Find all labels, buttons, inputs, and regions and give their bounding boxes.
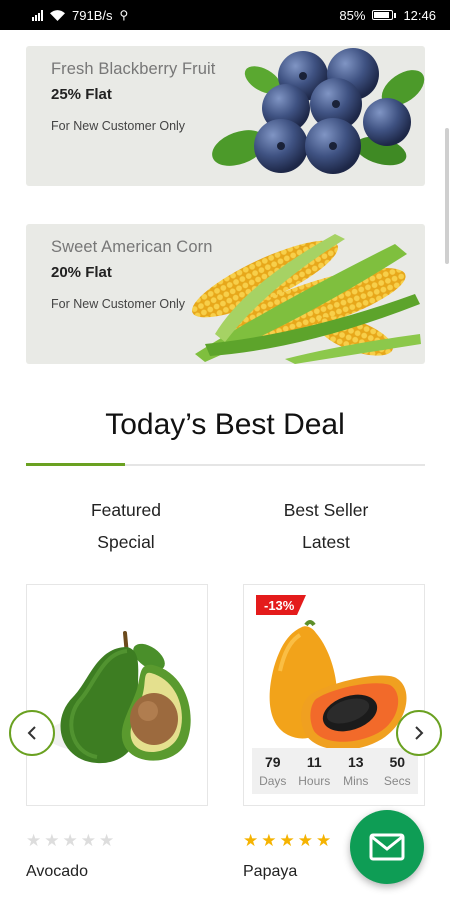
product-card-papaya[interactable]: -13% 79 Days 11 Hours 13 Mins 50 Secs <box>243 584 425 806</box>
corn-image <box>192 234 421 364</box>
app-screen: 791B/s ⚲ 85% 12:46 Fresh Blackberry Frui… <box>0 0 450 900</box>
mail-icon <box>369 833 405 861</box>
section-heading: Today’s Best Deal <box>105 408 345 441</box>
blueberries-image <box>212 48 425 174</box>
wifi-icon <box>50 9 65 21</box>
star-filled-icon: ★ <box>297 831 313 850</box>
tab-best-seller[interactable]: Best Seller <box>226 494 426 526</box>
star-empty-icon: ★ <box>26 831 42 850</box>
star-filled-icon: ★ <box>261 831 277 850</box>
rating-stars-papaya: ★ ★ ★ ★ ★ <box>243 832 331 849</box>
countdown-days: 79 Days <box>259 754 287 788</box>
banner-note: For New Customer Only <box>51 119 186 133</box>
battery-icon <box>372 10 397 20</box>
usb-icon: ⚲ <box>119 8 129 22</box>
product-card-avocado[interactable] <box>26 584 208 806</box>
banner-note: For New Customer Only <box>51 297 186 311</box>
star-filled-icon: ★ <box>316 831 332 850</box>
star-empty-icon: ★ <box>44 831 60 850</box>
tab-group-featured[interactable]: Featured Special <box>26 494 226 558</box>
banner-discount: 20% Flat <box>51 264 112 281</box>
avocado-image <box>47 631 191 764</box>
status-bar: 791B/s ⚲ 85% 12:46 <box>0 0 450 30</box>
tab-latest[interactable]: Latest <box>226 526 426 558</box>
promo-banner-corn[interactable]: Sweet American Corn 20% Flat For New Cus… <box>26 224 425 364</box>
tab-special[interactable]: Special <box>26 526 226 558</box>
carousel-prev-button[interactable] <box>9 710 55 756</box>
product-name-papaya[interactable]: Papaya <box>243 863 297 881</box>
carousel-next-button[interactable] <box>396 710 442 756</box>
star-empty-icon: ★ <box>80 831 96 850</box>
active-tab-indicator <box>26 463 125 466</box>
star-filled-icon: ★ <box>279 831 295 850</box>
tab-underline <box>26 463 425 466</box>
battery-percent: 85% <box>339 7 366 23</box>
star-filled-icon: ★ <box>243 831 259 850</box>
network-speed: 791B/s <box>72 7 113 23</box>
contact-mail-button[interactable] <box>350 810 424 884</box>
banner-discount: 25% Flat <box>51 86 112 103</box>
tab-featured[interactable]: Featured <box>26 494 226 526</box>
countdown-hours: 11 Hours <box>298 754 331 788</box>
tab-group-bestseller[interactable]: Best Seller Latest <box>226 494 426 558</box>
product-name-avocado[interactable]: Avocado <box>26 863 88 881</box>
star-empty-icon: ★ <box>62 831 78 850</box>
scrollbar[interactable] <box>445 128 449 264</box>
promo-banner-blackberry[interactable]: Fresh Blackberry Fruit 25% Flat For New … <box>26 46 425 186</box>
deal-countdown: 79 Days 11 Hours 13 Mins 50 Secs <box>252 748 418 794</box>
banner-title: Fresh Blackberry Fruit <box>51 60 216 78</box>
rating-stars-avocado: ★ ★ ★ ★ ★ <box>26 832 114 849</box>
star-empty-icon: ★ <box>99 831 115 850</box>
countdown-mins: 13 Mins <box>343 754 369 788</box>
chevron-right-icon <box>415 726 424 740</box>
clock: 12:46 <box>403 7 436 23</box>
chevron-left-icon <box>27 726 36 740</box>
signal-icon <box>32 9 43 21</box>
